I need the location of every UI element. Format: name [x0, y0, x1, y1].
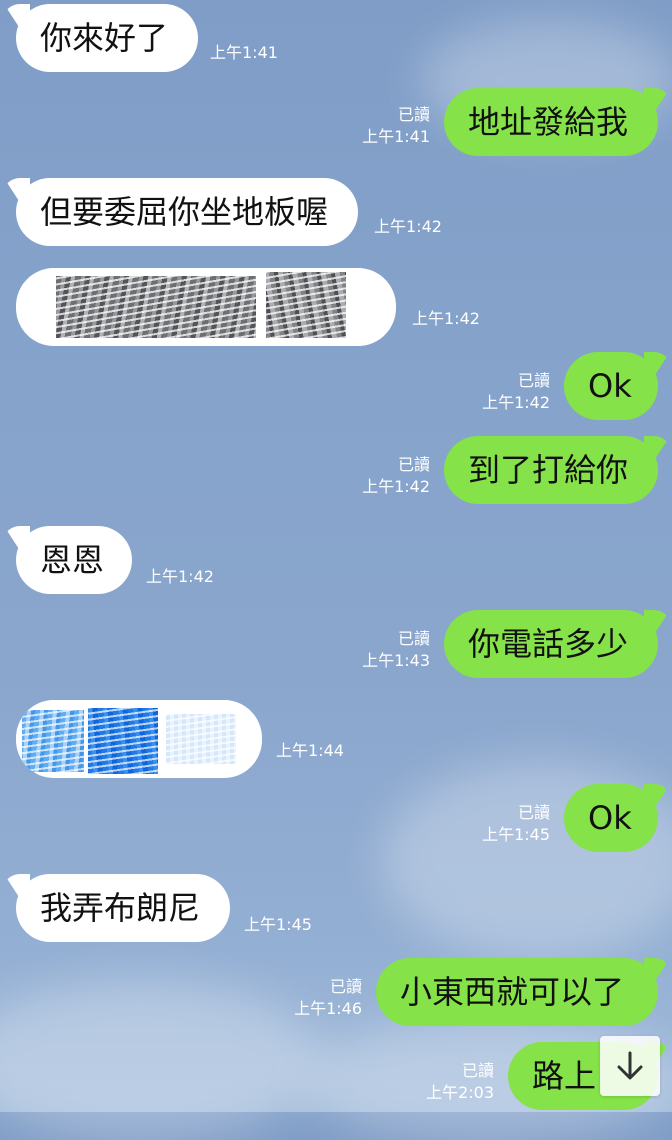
message-time: 上午1:41	[362, 127, 430, 146]
read-label: 已讀	[397, 629, 430, 648]
read-receipt-block: 已讀 上午1:45	[482, 802, 550, 846]
read-receipt-block: 已讀 上午1:42	[362, 454, 430, 498]
message-bubble[interactable]: Ok	[564, 784, 658, 852]
message-time: 上午1:42	[374, 217, 442, 236]
read-label: 已讀	[517, 803, 550, 822]
message-time: 上午1:43	[362, 651, 430, 670]
read-receipt-block: 已讀 上午1:46	[294, 976, 362, 1020]
read-label: 已讀	[517, 371, 550, 390]
redaction-scribble	[16, 700, 262, 778]
message-bubble[interactable]: 我弄布朗尼	[16, 874, 230, 942]
read-receipt-block: 已讀 上午1:43	[362, 628, 430, 672]
arrow-down-icon	[617, 1051, 643, 1080]
message-time: 上午1:42	[412, 309, 480, 328]
redacted-message-bubble[interactable]	[16, 700, 262, 778]
message-bubble[interactable]: 恩恩	[16, 526, 132, 594]
read-label: 已讀	[329, 977, 362, 996]
message-bubble[interactable]: Ok	[564, 352, 658, 420]
read-receipt-block: 已讀 上午1:42	[482, 370, 550, 414]
redaction-scribble	[16, 268, 396, 346]
message-time: 上午1:46	[294, 999, 362, 1018]
read-label: 已讀	[397, 105, 430, 124]
message-time: 上午1:41	[210, 43, 278, 62]
message-time: 上午1:42	[362, 477, 430, 496]
message-bubble[interactable]: 你來好了	[16, 4, 198, 72]
message-bubble[interactable]: 你電話多少	[444, 610, 658, 678]
message-time: 上午1:42	[482, 393, 550, 412]
read-label: 已讀	[461, 1061, 494, 1080]
message-bubble[interactable]: 地址發給我	[444, 88, 658, 156]
message-bubble[interactable]: 到了打給你	[444, 436, 658, 504]
message-bubble[interactable]: 小東西就可以了	[376, 958, 658, 1026]
chat-area[interactable]: 你來好了 上午1:41 已讀 上午1:41 地址發給我 但要委屈你坐地板喔 上午…	[0, 0, 672, 1112]
scroll-to-bottom-button[interactable]	[600, 1036, 660, 1096]
message-time: 上午1:44	[276, 741, 344, 760]
read-receipt-block: 已讀 上午1:41	[362, 104, 430, 148]
message-time: 上午1:45	[482, 825, 550, 844]
read-receipt-block: 已讀 上午2:03	[426, 1060, 494, 1104]
message-time: 上午2:03	[426, 1083, 494, 1102]
redacted-message-bubble[interactable]	[16, 268, 396, 346]
message-time: 上午1:42	[146, 567, 214, 586]
message-time: 上午1:45	[244, 915, 312, 934]
message-bubble[interactable]: 但要委屈你坐地板喔	[16, 178, 358, 246]
read-label: 已讀	[397, 455, 430, 474]
